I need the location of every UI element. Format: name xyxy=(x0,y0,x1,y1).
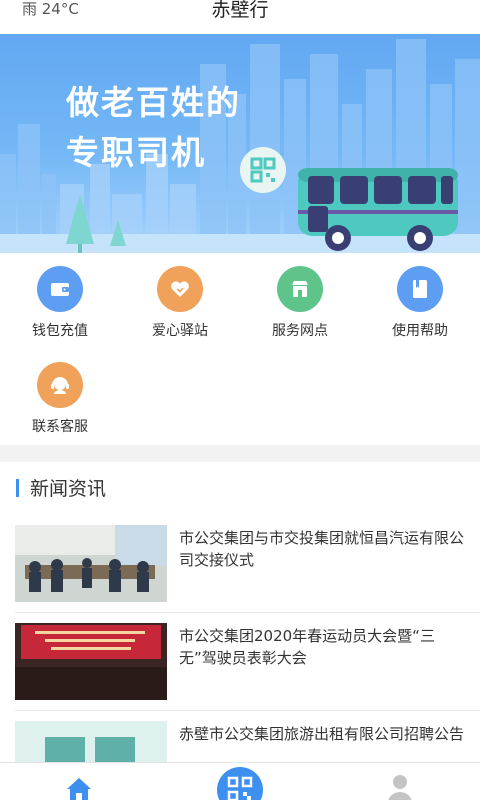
news-item[interactable]: 赤壁市公交集团旅游出租有限公司招聘公告 xyxy=(0,711,480,762)
news-thumbnail xyxy=(15,525,167,602)
news-item-title: 市公交集团与市交投集团就恒昌汽运有限公司交接仪式 xyxy=(179,529,465,569)
news-item[interactable]: 市公交集团与市交投集团就恒昌汽运有限公司交接仪式 xyxy=(0,515,480,613)
customer-service-icon xyxy=(37,362,83,408)
news-thumbnail xyxy=(15,721,167,762)
status-bar: 雨 24°C 赤壁行 xyxy=(0,0,480,34)
menu-label: 服务网点 xyxy=(272,323,328,339)
news-section: 新闻资讯 市公交集团与市交投集团就恒昌汽运有限公司交接仪式 市公交集团2020年… xyxy=(0,462,480,762)
news-item[interactable]: 市公交集团2020年春运动员大会暨“三无”驾驶员表彰大会 xyxy=(0,613,480,711)
news-item-title: 市公交集团2020年春运动员大会暨“三无”驾驶员表彰大会 xyxy=(179,627,435,667)
tab-scan-qr[interactable] xyxy=(160,763,320,800)
menu-label: 使用帮助 xyxy=(392,323,448,339)
menu-label: 钱包充值 xyxy=(32,323,88,339)
menu-item-love-station[interactable]: 爱心驿站 xyxy=(120,253,240,349)
heart-icon xyxy=(157,266,203,312)
news-section-title: 新闻资讯 xyxy=(30,478,107,500)
qr-code-icon xyxy=(217,767,263,800)
news-thumbnail xyxy=(15,623,167,700)
wallet-icon xyxy=(37,266,83,312)
bus-illustration xyxy=(298,168,458,251)
menu-item-wallet-recharge[interactable]: 钱包充值 xyxy=(0,253,120,349)
bottom-tab-bar xyxy=(0,762,480,800)
banner-qr-icon xyxy=(240,147,286,193)
news-item-title: 赤壁市公交集团旅游出租有限公司招聘公告 xyxy=(179,725,465,743)
menu-item-service-outlets[interactable]: 服务网点 xyxy=(240,253,360,349)
help-book-icon xyxy=(397,266,443,312)
home-icon xyxy=(67,778,91,800)
user-icon xyxy=(388,775,412,800)
banner[interactable]: 做老百姓的 专职司机 xyxy=(0,34,480,253)
banner-slogan-line2: 专职司机 xyxy=(66,133,206,172)
menu-item-customer-service[interactable]: 联系客服 xyxy=(0,349,120,445)
tab-profile[interactable] xyxy=(320,763,480,800)
page-title: 赤壁行 xyxy=(211,0,269,21)
menu-label: 爱心驿站 xyxy=(152,323,208,339)
banner-slogan-line1: 做老百姓的 xyxy=(66,83,241,122)
section-accent-bar xyxy=(16,479,19,497)
tab-home[interactable] xyxy=(0,763,160,800)
store-icon xyxy=(277,266,323,312)
menu-label: 联系客服 xyxy=(32,419,88,435)
quick-menu: 钱包充值 爱心驿站 服务网点 使用帮助 联系客服 xyxy=(0,253,480,445)
menu-item-usage-help[interactable]: 使用帮助 xyxy=(360,253,480,349)
